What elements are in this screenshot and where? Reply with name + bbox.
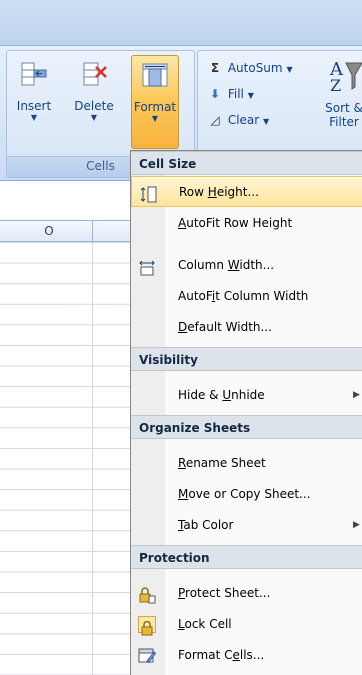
section-protection: Protection <box>131 545 362 569</box>
section-organize-sheets: Organize Sheets <box>131 415 362 439</box>
ribbon-tab-strip <box>0 0 362 46</box>
format-button[interactable]: Format ▼ <box>131 55 179 149</box>
clear-button[interactable]: ◿ Clear ▼ <box>206 109 269 131</box>
insert-cells-icon <box>20 61 48 87</box>
sort-label: Sort & <box>325 101 362 115</box>
menu-item-autofit-column-width[interactable]: AutoFit Column Width <box>131 281 362 312</box>
chevron-down-icon: ▼ <box>30 113 38 122</box>
menu-item-protect-sheet[interactable]: Protect Sheet... <box>131 578 362 609</box>
menu-item-autofit-row-height[interactable]: AutoFit Row Height <box>131 208 362 239</box>
autosum-button[interactable]: Σ AutoSum ▼ <box>206 57 293 79</box>
menu-item-format-cells-row[interactable]: Format Cells... <box>130 638 362 675</box>
chevron-down-icon: ▼ <box>90 113 98 122</box>
menu-item-default-width[interactable]: Default Width... <box>131 312 362 343</box>
delete-label: Delete <box>74 99 114 113</box>
section-cell-size: Cell Size <box>131 151 362 175</box>
hide-unhide-label: Hide & Unhide <box>178 388 265 402</box>
autofit-column-width-label: AutoFit Column Width <box>178 289 309 303</box>
autosum-label: AutoSum <box>227 61 283 75</box>
submenu-arrow-icon: ▶ <box>353 520 360 530</box>
chevron-down-icon: ▼ <box>247 91 254 100</box>
eraser-icon: ◿ <box>210 113 220 127</box>
format-dropdown-menu: Cell Size Row Height... AutoFit Row Heig… <box>130 150 362 652</box>
menu-item-tab-color[interactable]: Tab Color ▶ <box>131 510 362 541</box>
sigma-icon: Σ <box>210 61 220 75</box>
fill-label: Fill <box>227 87 244 101</box>
insert-button[interactable]: Insert ▼ <box>11 55 57 147</box>
fill-down-icon: ⬇ <box>209 87 221 101</box>
row-height-icon <box>139 184 157 203</box>
rename-sheet-label: Rename Sheet <box>178 456 266 470</box>
submenu-arrow-icon: ▶ <box>353 390 360 400</box>
menu-item-lock-cell[interactable]: Lock Cell <box>131 609 362 640</box>
fill-button[interactable]: ⬇ Fill ▼ <box>206 83 254 105</box>
chevron-down-icon: ▼ <box>263 117 270 126</box>
column-width-label: Column Width... <box>178 258 275 272</box>
menu-item-rename-sheet[interactable]: Rename Sheet <box>131 448 362 479</box>
column-width-icon <box>138 257 156 276</box>
menu-item-hide-unhide[interactable]: Hide & Unhide ▶ <box>131 380 362 411</box>
lock-cell-label: Lock Cell <box>178 617 232 631</box>
tab-color-label: Tab Color <box>178 518 234 532</box>
protect-sheet-label: Protect Sheet... <box>178 586 271 600</box>
menu-item-row-height[interactable]: Row Height... <box>131 176 362 207</box>
sort-filter-button[interactable]: A Z Sort & Filter <box>318 55 362 129</box>
format-cells-label: Format Cells... <box>178 648 265 662</box>
row-height-label: Row Height... <box>179 185 259 199</box>
chevron-down-icon: ▼ <box>151 114 159 123</box>
column-header-o[interactable]: O <box>6 221 93 241</box>
chevron-down-icon: ▼ <box>286 65 293 74</box>
filter-label: Filter <box>329 115 359 129</box>
menu-item-move-copy-sheet[interactable]: Move or Copy Sheet... <box>131 479 362 510</box>
autofit-row-height-label: AutoFit Row Height <box>178 216 293 230</box>
insert-label: Insert <box>16 99 52 113</box>
format-cells-icon <box>141 62 169 88</box>
default-width-label: Default Width... <box>178 320 272 334</box>
section-visibility: Visibility <box>131 347 362 371</box>
menu-item-column-width[interactable]: Column Width... <box>131 250 362 281</box>
format-cells-icon <box>138 647 157 667</box>
protect-sheet-icon <box>138 585 156 604</box>
sort-filter-icon: A Z <box>318 55 362 95</box>
clear-label: Clear <box>227 113 260 127</box>
move-copy-sheet-label: Move or Copy Sheet... <box>178 487 311 501</box>
lock-icon <box>138 616 156 636</box>
delete-cells-icon <box>80 61 108 87</box>
delete-button[interactable]: Delete ▼ <box>71 55 117 147</box>
format-label: Format <box>133 100 177 114</box>
svg-text:Z: Z <box>330 76 341 95</box>
